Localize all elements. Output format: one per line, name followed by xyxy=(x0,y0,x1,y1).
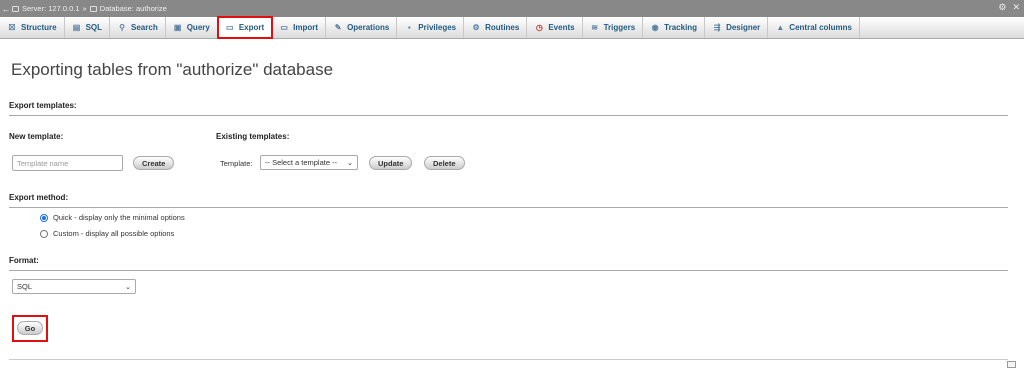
tab-label: Search xyxy=(131,23,158,32)
triggers-icon: ≋ xyxy=(591,23,598,32)
tab-label: Routines xyxy=(485,23,520,32)
template-select[interactable]: -- Select a template -- ⌄ xyxy=(260,155,358,170)
import-icon: ▭ xyxy=(280,23,288,32)
console-icon[interactable] xyxy=(1007,361,1016,368)
update-button[interactable]: Update xyxy=(369,156,413,170)
tab-tracking[interactable]: ◉ Tracking xyxy=(643,17,706,38)
topbar-actions: ⚙ ✕ xyxy=(998,2,1020,13)
chevron-down-icon: ⌄ xyxy=(347,159,353,167)
tab-bar-filler xyxy=(860,17,1024,38)
close-icon[interactable]: ✕ xyxy=(1012,2,1020,13)
routines-icon: ⚙ xyxy=(472,23,480,32)
tab-label: Central columns xyxy=(789,23,852,32)
privileges-icon: ▪ xyxy=(407,23,411,32)
eye-icon: ◉ xyxy=(651,23,659,32)
page-title: Exporting tables from "authorize" databa… xyxy=(11,60,334,79)
tab-export[interactable]: ▭ Export xyxy=(216,16,274,39)
tab-structure[interactable]: ☒ Structure xyxy=(0,17,65,38)
format-heading: Format: xyxy=(9,256,1008,271)
gear-icon[interactable]: ⚙ xyxy=(998,2,1006,13)
tab-label: Privileges xyxy=(418,23,457,32)
structure-icon: ☒ xyxy=(8,23,16,32)
search-icon: ⚲ xyxy=(119,23,125,32)
tab-label: Events xyxy=(548,23,575,32)
database-icon xyxy=(89,5,97,12)
tab-designer[interactable]: ⇶ Designer xyxy=(705,17,769,38)
query-icon: ▣ xyxy=(173,23,182,32)
new-template-label: New template: xyxy=(9,132,64,141)
breadcrumb-database-label[interactable]: Database: authorize xyxy=(100,4,167,13)
clock-icon: ◷ xyxy=(535,23,543,32)
server-icon xyxy=(12,5,19,12)
tab-search[interactable]: ⚲ Search xyxy=(110,17,166,38)
arrow-left-icon[interactable]: ← xyxy=(0,4,12,14)
tab-label: Structure xyxy=(21,23,57,32)
custom-option-label[interactable]: Custom - display all possible options xyxy=(53,229,174,238)
export-icon: ▭ xyxy=(226,23,234,32)
breadcrumb-separator: » xyxy=(82,4,87,13)
template-name-input[interactable] xyxy=(12,155,123,171)
quick-radio[interactable] xyxy=(40,213,48,222)
tab-events[interactable]: ◷ Events xyxy=(527,17,583,38)
breadcrumb-server[interactable]: Server: 127.0.0.1 xyxy=(12,4,80,13)
bottom-divider xyxy=(9,359,1008,360)
tab-privileges[interactable]: ▪ Privileges xyxy=(397,17,465,38)
template-label: Template: xyxy=(220,159,253,168)
designer-icon: ⇶ xyxy=(713,23,721,32)
tab-label: Triggers xyxy=(603,23,636,32)
tab-label: Tracking xyxy=(664,23,698,32)
tab-sql[interactable]: ▤ SQL xyxy=(65,17,111,38)
existing-templates-label: Existing templates: xyxy=(216,132,290,141)
tab-triggers[interactable]: ≋ Triggers xyxy=(583,17,644,38)
export-method-heading: Export method: xyxy=(9,193,1008,208)
tab-label: Query xyxy=(186,23,210,32)
tab-label: Export xyxy=(238,23,265,32)
format-select[interactable]: SQL ⌄ xyxy=(12,279,136,294)
export-templates-heading: Export templates: xyxy=(9,101,1008,116)
format-select-value: SQL xyxy=(17,282,33,291)
breadcrumb-server-label[interactable]: Server: 127.0.0.1 xyxy=(22,4,80,13)
quick-option[interactable]: Quick - display only the minimal options xyxy=(40,213,185,222)
custom-option[interactable]: Custom - display all possible options xyxy=(40,229,174,238)
wrench-icon: ✎ xyxy=(334,23,342,32)
tab-import[interactable]: ▭ Import xyxy=(272,17,327,38)
tab-operations[interactable]: ✎ Operations xyxy=(326,17,398,38)
tab-label: Import xyxy=(293,23,319,32)
tab-label: Operations xyxy=(347,23,390,32)
quick-option-label[interactable]: Quick - display only the minimal options xyxy=(53,213,185,222)
template-select-value: -- Select a template -- xyxy=(265,158,338,167)
breadcrumb-bar: ← Server: 127.0.0.1 » Database: authoriz… xyxy=(0,0,1024,17)
chevron-down-icon: ⌄ xyxy=(125,283,131,291)
delete-button[interactable]: Delete xyxy=(424,156,465,170)
go-button[interactable]: Go xyxy=(17,321,43,335)
sql-icon: ▤ xyxy=(72,23,81,32)
tab-bar: ☒ Structure ▤ SQL ⚲ Search ▣ Query ▭ Export ▭… xyxy=(0,16,1024,39)
columns-icon: ▲ xyxy=(776,23,785,32)
tab-routines[interactable]: ⚙ Routines xyxy=(464,17,528,38)
custom-radio[interactable] xyxy=(40,229,48,238)
tab-label: Designer xyxy=(726,23,761,32)
breadcrumb-database[interactable]: Database: authorize xyxy=(89,4,167,13)
tab-label: SQL xyxy=(85,23,103,32)
create-button[interactable]: Create xyxy=(133,156,175,170)
tab-central-columns[interactable]: ▲ Central columns xyxy=(768,17,860,38)
tab-query[interactable]: ▣ Query xyxy=(166,17,218,38)
